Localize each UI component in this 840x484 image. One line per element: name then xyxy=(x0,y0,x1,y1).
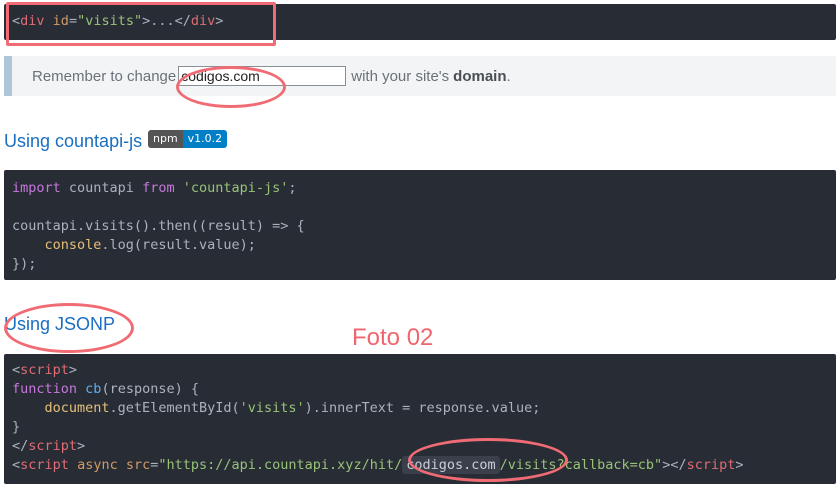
notice-bold-word: domain xyxy=(453,67,507,85)
keyword: from xyxy=(142,180,175,196)
attr-name: src xyxy=(125,457,151,473)
annotation-ellipse-domain xyxy=(408,438,568,482)
string: "https://api.countapi.xyz/hit/ xyxy=(158,457,403,473)
code-line: countapi.visits().then((result) => { xyxy=(12,218,305,234)
identifier: countapi xyxy=(60,180,143,196)
notice-text-after: with your site's xyxy=(351,67,450,85)
string: 'countapi-js' xyxy=(182,180,289,196)
heading-countapi-js: Using countapi-js xyxy=(4,131,143,151)
annotation-rectangle xyxy=(6,2,276,46)
punctuation: ; xyxy=(288,180,297,196)
code-text: .getElementById( xyxy=(109,400,240,416)
object: document xyxy=(44,400,110,416)
object: console xyxy=(44,237,102,253)
code-line: </script> xyxy=(12,438,86,454)
code-line: <script> xyxy=(12,362,78,378)
code-line: } xyxy=(12,419,20,435)
keyword: import xyxy=(12,180,61,196)
code-text: .log(result.value); xyxy=(101,237,256,253)
function-name: cb xyxy=(85,381,102,397)
keyword: function xyxy=(12,381,78,397)
code-line: console.log(result.value); xyxy=(12,237,256,253)
code-text: (response) { xyxy=(101,381,199,397)
code-text: } xyxy=(12,419,21,435)
code-line: import countapi from 'countapi-js'; xyxy=(12,180,297,196)
code-text: ).innerText = response.value; xyxy=(304,400,541,416)
npm-version-badge[interactable]: npm v1.0.2 xyxy=(148,130,228,148)
code-text: }); xyxy=(12,256,37,272)
string: 'visits' xyxy=(239,400,305,416)
badge-label: npm xyxy=(148,130,183,148)
notice-period: . xyxy=(506,67,511,85)
code-line: <script async src="https://api.countapi.… xyxy=(12,456,744,474)
code-line: }); xyxy=(12,256,36,272)
tag-name: script xyxy=(28,438,78,454)
annotation-label: Foto 02 xyxy=(352,324,434,351)
tag-name: script xyxy=(20,362,69,378)
code-line: document.getElementById('visits').innerT… xyxy=(12,400,541,416)
domain-notice: Remember to change with your site's doma… xyxy=(4,56,836,96)
code-line: function cb(response) { xyxy=(12,381,199,397)
annotation-ellipse-heading xyxy=(4,303,134,353)
attr-name: async xyxy=(77,457,118,473)
annotation-ellipse-input xyxy=(176,66,286,108)
badge-version: v1.0.2 xyxy=(182,130,228,148)
tag-name: script xyxy=(686,457,736,473)
tag-name: script xyxy=(20,457,69,473)
notice-text-before: Remember to change xyxy=(32,67,177,85)
code-block-countapi-js: import countapi from 'countapi-js'; coun… xyxy=(4,170,836,280)
code-text: countapi.visits().then((result) => { xyxy=(12,218,305,234)
